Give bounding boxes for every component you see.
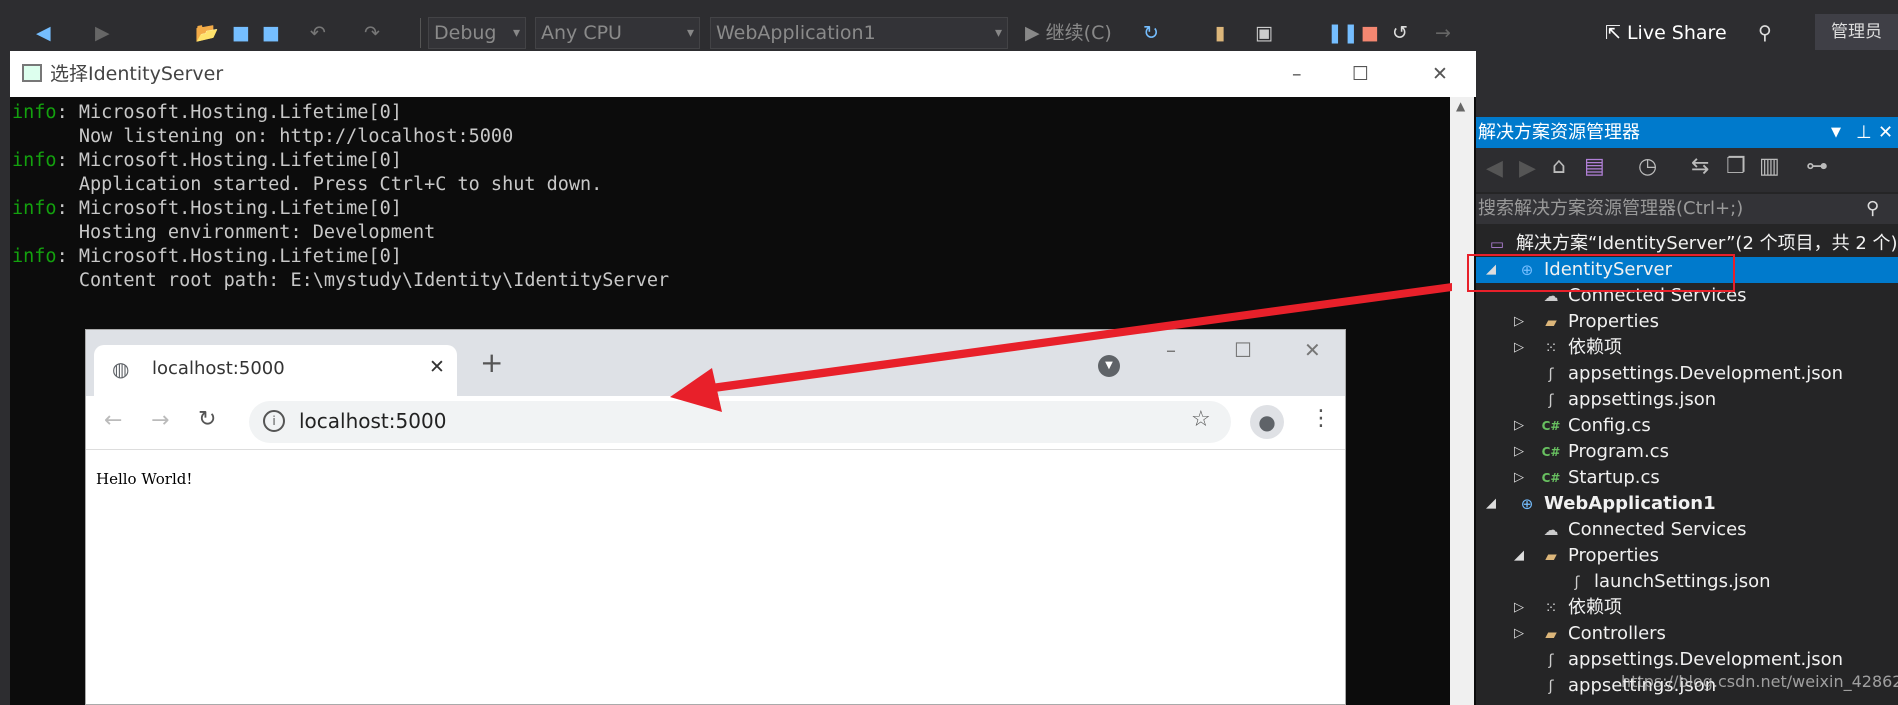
arrow-shaft [696, 283, 1452, 394]
arrow-head [670, 368, 722, 412]
annotation-arrow [670, 283, 1452, 412]
